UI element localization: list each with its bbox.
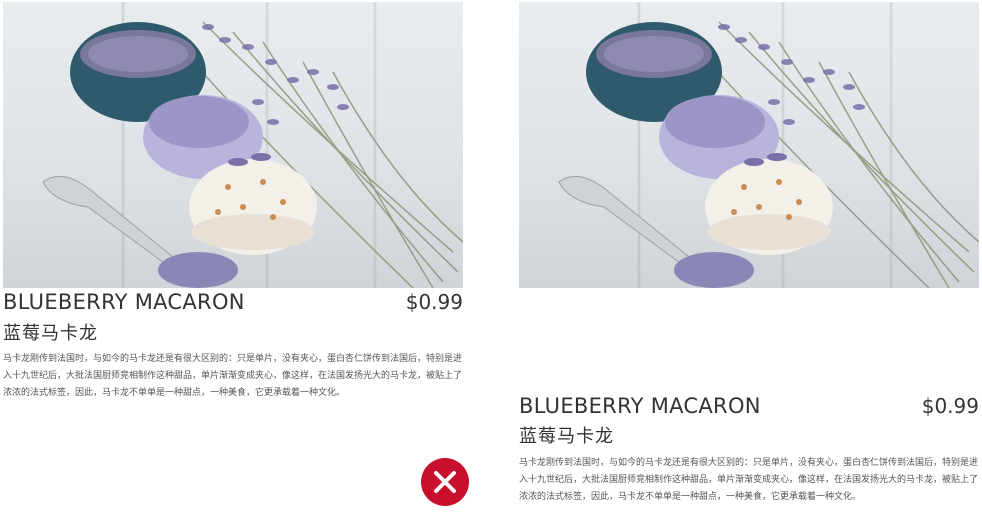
macaron-photo xyxy=(519,2,979,288)
close-icon xyxy=(421,458,469,506)
product-description: 马卡龙刚传到法国时，与如今的马卡龙还是有很大区别的：只是单片，没有夹心，蛋白杏仁… xyxy=(3,354,463,398)
macaron-photo xyxy=(3,2,463,288)
macaron-illustration xyxy=(42,21,463,288)
product-title: BLUEBERRY MACARON xyxy=(519,394,761,418)
product-subtitle: 蓝莓马卡龙 xyxy=(519,426,614,447)
product-description: 马卡龙刚传到法国时，与如今的马卡龙还是有很大区别的：只是单片，没有夹心，蛋白杏仁… xyxy=(519,458,979,502)
macaron-illustration xyxy=(558,21,979,288)
product-price: $0.99 xyxy=(405,290,463,314)
product-title: BLUEBERRY MACARON xyxy=(3,290,245,314)
product-price: $0.99 xyxy=(921,394,979,418)
product-subtitle: 蓝莓马卡龙 xyxy=(3,323,98,344)
title-row: BLUEBERRY MACARON $0.99 xyxy=(519,394,979,418)
title-row: BLUEBERRY MACARON $0.99 xyxy=(3,290,463,314)
x-mark-icon xyxy=(434,471,456,493)
